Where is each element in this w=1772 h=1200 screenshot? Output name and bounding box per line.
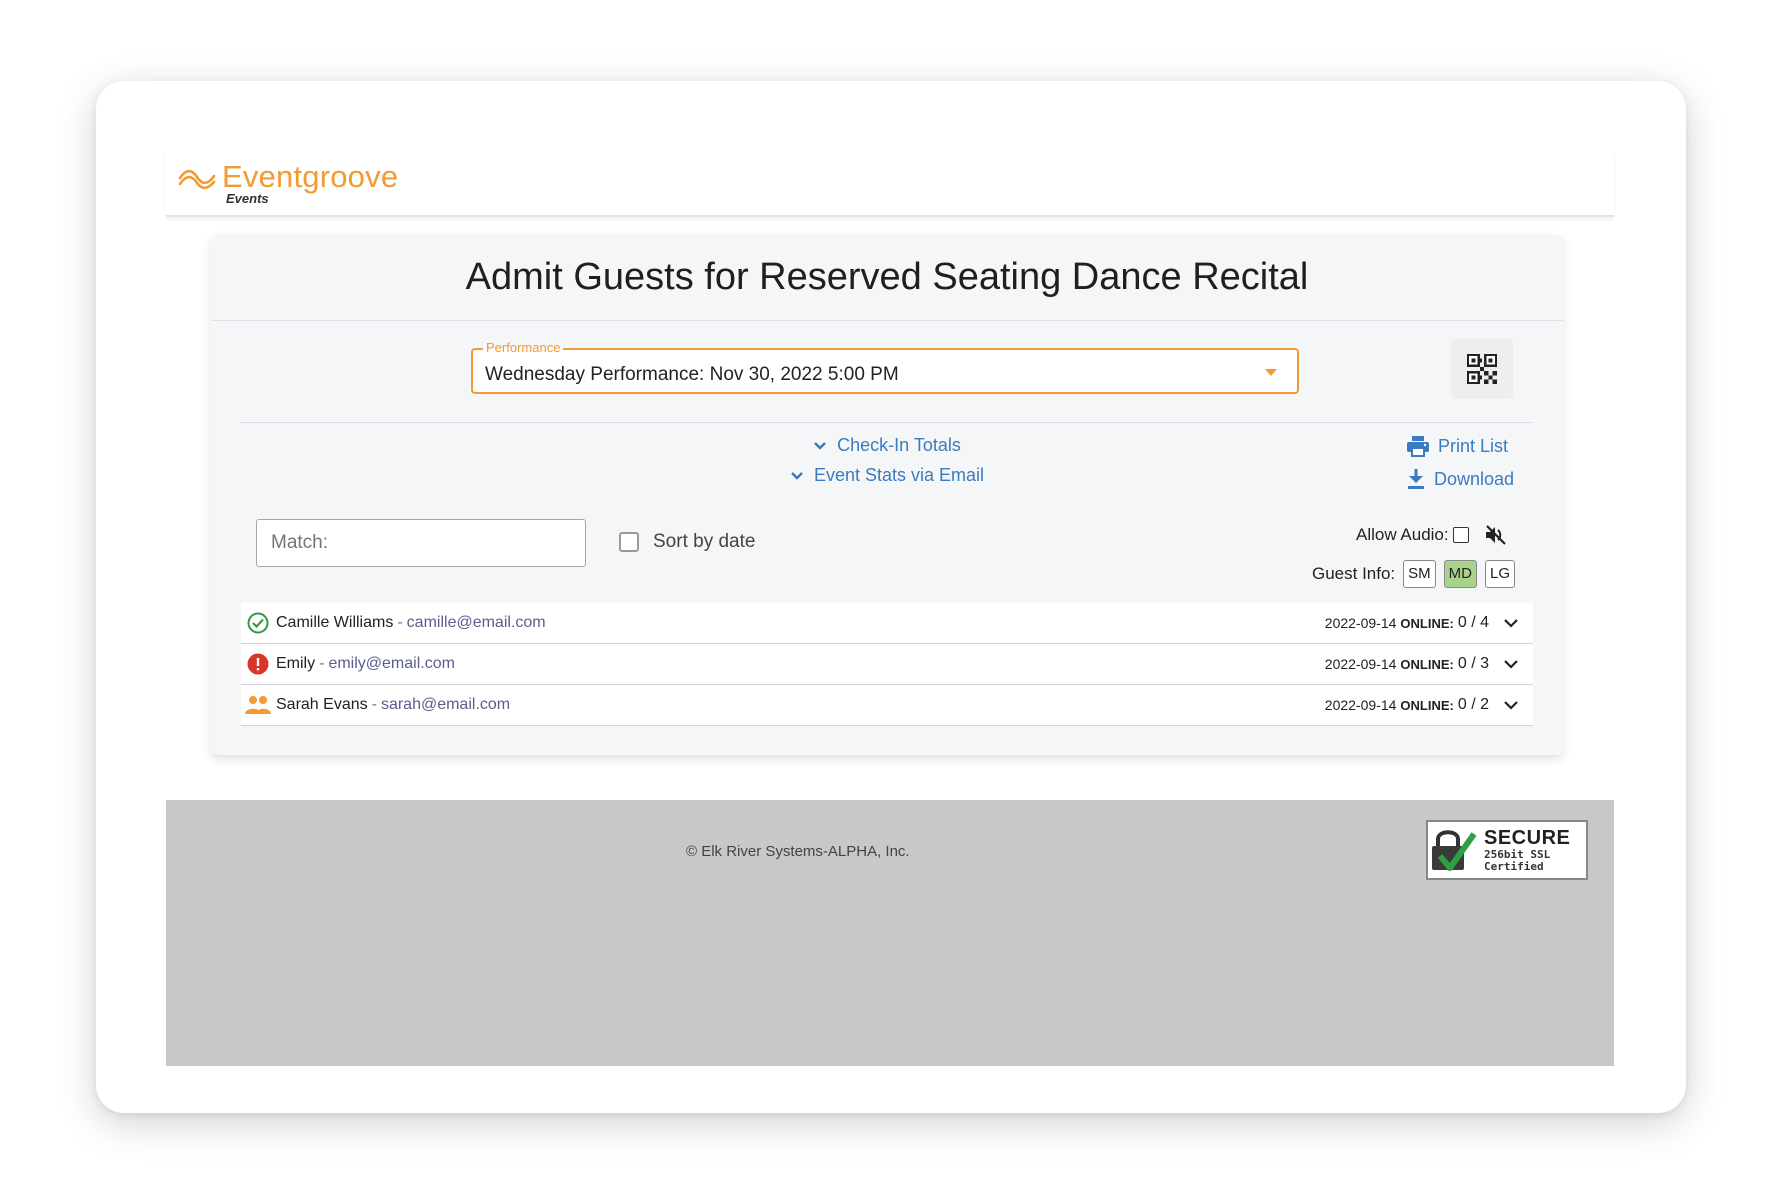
logo[interactable]: Eventgroove Events — [178, 161, 398, 205]
separator: - — [371, 696, 377, 713]
ssl-line2: Certified — [1484, 860, 1544, 873]
performance-label: Performance — [483, 340, 564, 356]
allow-audio-checkbox[interactable] — [1452, 527, 1469, 543]
checkin-count: 0 / 2 — [1457, 696, 1489, 713]
guest-email: camille@email.com — [406, 614, 546, 631]
guest-info-label: Guest Info: — [1312, 564, 1396, 583]
performance-select[interactable]: Performance Wednesday Performance: Nov 3… — [471, 340, 1299, 394]
size-md-button[interactable]: MD — [1443, 560, 1477, 588]
download-icon — [1408, 469, 1424, 489]
speaker-mute-icon[interactable] — [1485, 525, 1507, 545]
download-label: Download — [1434, 468, 1515, 489]
qr-code-icon — [1467, 354, 1497, 384]
brand-sub: Events — [226, 191, 269, 206]
separator: - — [319, 655, 325, 672]
group-icon — [245, 696, 271, 714]
padlock-check-icon — [1432, 830, 1477, 871]
site-footer: © Elk River Systems-ALPHA, Inc. SECURE 2… — [166, 800, 1614, 1066]
guest-date: 2022-09-14 — [1324, 615, 1397, 631]
size-sm-button[interactable]: SM — [1403, 560, 1436, 588]
ssl-badge: SECURE 256bit SSL Certified — [1426, 820, 1588, 880]
chevron-down-icon[interactable] — [1503, 700, 1519, 710]
printer-icon — [1407, 436, 1429, 457]
sort-by-date-label: Sort by date — [653, 531, 756, 552]
allow-audio: Allow Audio: — [1356, 525, 1507, 545]
chevron-down-icon[interactable] — [1503, 618, 1519, 628]
ssl-title: SECURE — [1484, 827, 1571, 849]
guest-date: 2022-09-14 — [1324, 656, 1397, 672]
sort-by-date[interactable]: Sort by date — [619, 531, 755, 553]
check-circle-icon — [247, 612, 269, 634]
qr-scan-button[interactable] — [1451, 339, 1513, 399]
match-input[interactable] — [256, 519, 586, 567]
print-list-label: Print List — [1438, 435, 1509, 456]
site-header: Eventgroove Events — [166, 151, 1614, 217]
size-lg-button[interactable]: LG — [1485, 560, 1516, 588]
online-label: ONLINE: — [1400, 615, 1454, 631]
separator: - — [397, 614, 403, 631]
checkin-count: 0 / 3 — [1457, 655, 1489, 672]
chevron-down-icon[interactable] — [1503, 659, 1519, 669]
guest-date: 2022-09-14 — [1324, 697, 1397, 713]
allow-audio-label: Allow Audio: — [1356, 525, 1449, 544]
caret-down-icon — [1265, 369, 1277, 376]
copyright: © Elk River Systems-ALPHA, Inc. — [686, 843, 910, 860]
page-card: Eventgroove Events Admit Guests for Rese… — [96, 81, 1686, 1113]
guest-list: Camille Williams - camille@email.com 202… — [241, 603, 1533, 726]
guest-row[interactable]: Camille Williams - camille@email.com 202… — [241, 603, 1533, 644]
guest-row[interactable]: Emily - emily@email.com 2022-09-14 ONLIN… — [241, 644, 1533, 685]
download-link[interactable]: Download — [1406, 468, 1514, 490]
guest-name: Camille Williams — [276, 614, 394, 631]
online-label: ONLINE: — [1400, 656, 1454, 672]
print-list-link[interactable]: Print List — [1406, 435, 1508, 457]
guest-info-size: Guest Info: SM MD LG — [1312, 560, 1516, 588]
divider — [241, 422, 1533, 423]
guest-email: sarah@email.com — [380, 696, 511, 713]
checkin-count: 0 / 4 — [1457, 614, 1489, 631]
checkin-totals-toggle[interactable]: Check-In Totals — [211, 435, 1563, 456]
event-stats-label: Event Stats via Email — [813, 465, 985, 485]
chevron-down-icon — [791, 471, 803, 480]
checkin-totals-label: Check-In Totals — [837, 435, 961, 455]
guest-name: Sarah Evans — [276, 696, 368, 713]
guest-name: Emily — [276, 655, 316, 672]
online-label: ONLINE: — [1400, 697, 1454, 713]
alert-icon — [247, 653, 269, 675]
guest-row[interactable]: Sarah Evans - sarah@email.com 2022-09-14… — [241, 685, 1533, 726]
sort-by-date-checkbox[interactable] — [619, 532, 639, 552]
guest-email: emily@email.com — [328, 655, 455, 672]
admit-panel: Admit Guests for Reserved Seating Dance … — [211, 235, 1563, 755]
wave-icon — [178, 169, 216, 189]
brand-name: Eventgroove — [222, 159, 399, 194]
event-stats-toggle[interactable]: Event Stats via Email — [211, 465, 1563, 486]
page-title: Admit Guests for Reserved Seating Dance … — [211, 235, 1563, 321]
chevron-down-icon — [814, 441, 826, 450]
performance-value: Wednesday Performance: Nov 30, 2022 5:00… — [485, 364, 899, 385]
